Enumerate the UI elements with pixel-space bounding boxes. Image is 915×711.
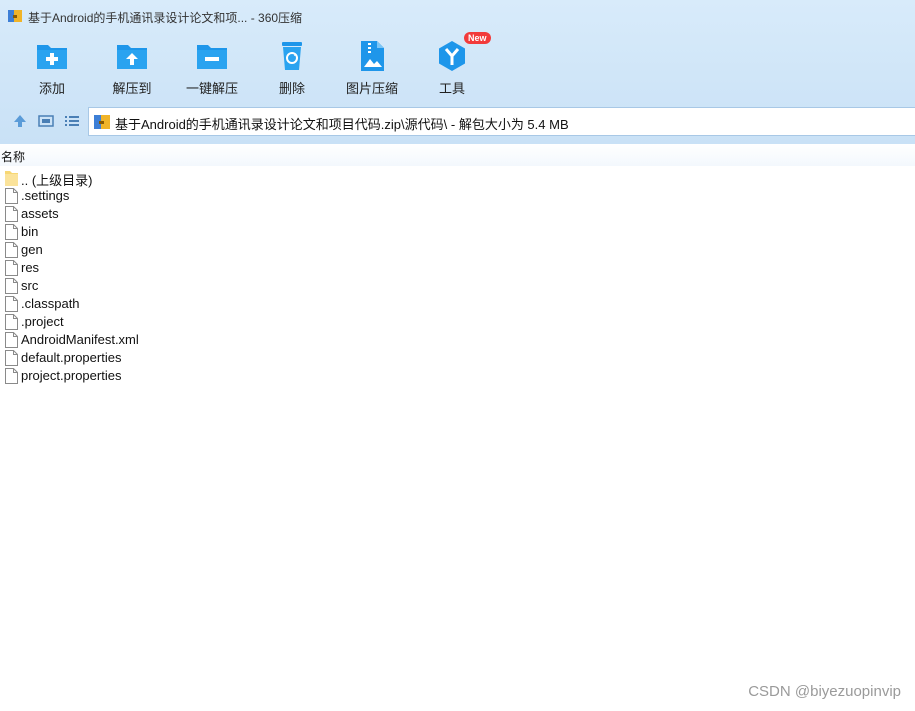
folder-icon [5, 171, 18, 186]
tools-icon [439, 41, 465, 71]
add-label: 添加 [38, 81, 65, 96]
list-item[interactable]: res [0, 259, 915, 277]
list-item-name: res [21, 260, 40, 275]
image-compress-label: 图片压缩 [345, 81, 398, 96]
file-icon [5, 260, 18, 276]
file-icon [5, 350, 18, 366]
window-title: 基于Android的手机通讯录设计论文和项... - 360压缩 [28, 11, 303, 25]
folder-extract-icon [117, 45, 147, 69]
file-icon [5, 224, 18, 240]
one-click-extract-label: 一键解压 [185, 81, 238, 96]
recycle-bin-icon [282, 42, 302, 70]
list-item-name: .project [21, 314, 64, 329]
file-icon [5, 278, 18, 294]
list-item-parent-dir[interactable]: .. (上级目录) [0, 169, 915, 188]
list-item-name: src [21, 278, 39, 293]
watermark: CSDN @biyezuopinvip [748, 683, 901, 700]
list-item[interactable]: bin [0, 223, 915, 241]
list-item[interactable]: default.properties [0, 349, 915, 367]
folder-minus-icon [197, 45, 227, 69]
file-icon [5, 368, 18, 384]
list-item-name: .settings [21, 188, 70, 203]
list-item-name: project.properties [21, 368, 122, 383]
list-item[interactable]: src [0, 277, 915, 295]
file-icon [5, 332, 18, 348]
extract-to-button[interactable]: 解压到 [92, 34, 172, 98]
new-badge: New [464, 32, 491, 44]
navigation-bar: 基于Android的手机通讯录设计论文和项目代码.zip\源代码\ - 解包大小… [0, 106, 915, 136]
zip-file-icon [94, 115, 110, 129]
extract-to-label: 解压到 [112, 81, 152, 96]
list-item[interactable]: assets [0, 205, 915, 223]
list-item-name: default.properties [21, 350, 122, 365]
one-click-extract-button[interactable]: 一键解压 [172, 34, 252, 98]
column-header-name[interactable]: 名称 [1, 148, 25, 165]
thumbnail-view-icon[interactable] [37, 112, 55, 130]
list-header: 名称 [0, 144, 915, 166]
archive-icon [8, 10, 22, 22]
folder-add-icon [37, 45, 67, 69]
delete-label: 删除 [278, 81, 305, 96]
list-item-name: gen [21, 242, 43, 257]
list-item[interactable]: .settings [0, 187, 915, 205]
list-item-name: .classpath [21, 296, 80, 311]
delete-button[interactable]: 删除 [252, 34, 332, 98]
file-icon [5, 206, 18, 222]
file-icon [5, 314, 18, 330]
file-icon [5, 188, 18, 204]
image-compress-button[interactable]: 图片压缩 [332, 34, 412, 98]
window-chrome: 基于Android的手机通讯录设计论文和项... - 360压缩 添加 解压到 [0, 0, 915, 144]
file-icon [5, 242, 18, 258]
tools-label: 工具 [438, 81, 465, 96]
list-item-name: bin [21, 224, 39, 239]
file-icon [5, 296, 18, 312]
list-item-name: AndroidManifest.xml [21, 332, 139, 347]
arrow-up-icon[interactable] [11, 112, 29, 130]
address-bar[interactable]: 基于Android的手机通讯录设计论文和项目代码.zip\源代码\ - 解包大小… [88, 107, 915, 136]
list-item[interactable]: gen [0, 241, 915, 259]
list-item-name: assets [21, 206, 59, 221]
address-path: 基于Android的手机通讯录设计论文和项目代码.zip\源代码\ - 解包大小… [115, 117, 569, 132]
tools-button[interactable]: New 工具 [412, 32, 492, 98]
list-view-icon[interactable] [63, 112, 81, 130]
image-zip-icon [361, 41, 384, 71]
list-item[interactable]: .project [0, 313, 915, 331]
add-button[interactable]: 添加 [12, 34, 92, 98]
file-list: .. (上级目录) .settings assets bin gen res s… [0, 169, 915, 385]
list-item[interactable]: .classpath [0, 295, 915, 313]
list-item[interactable]: AndroidManifest.xml [0, 331, 915, 349]
main-toolbar: 添加 解压到 一键解压 删除 图片压缩 New 工具 [0, 32, 915, 98]
title-bar: 基于Android的手机通讯录设计论文和项... - 360压缩 [0, 0, 915, 32]
list-item[interactable]: project.properties [0, 367, 915, 385]
